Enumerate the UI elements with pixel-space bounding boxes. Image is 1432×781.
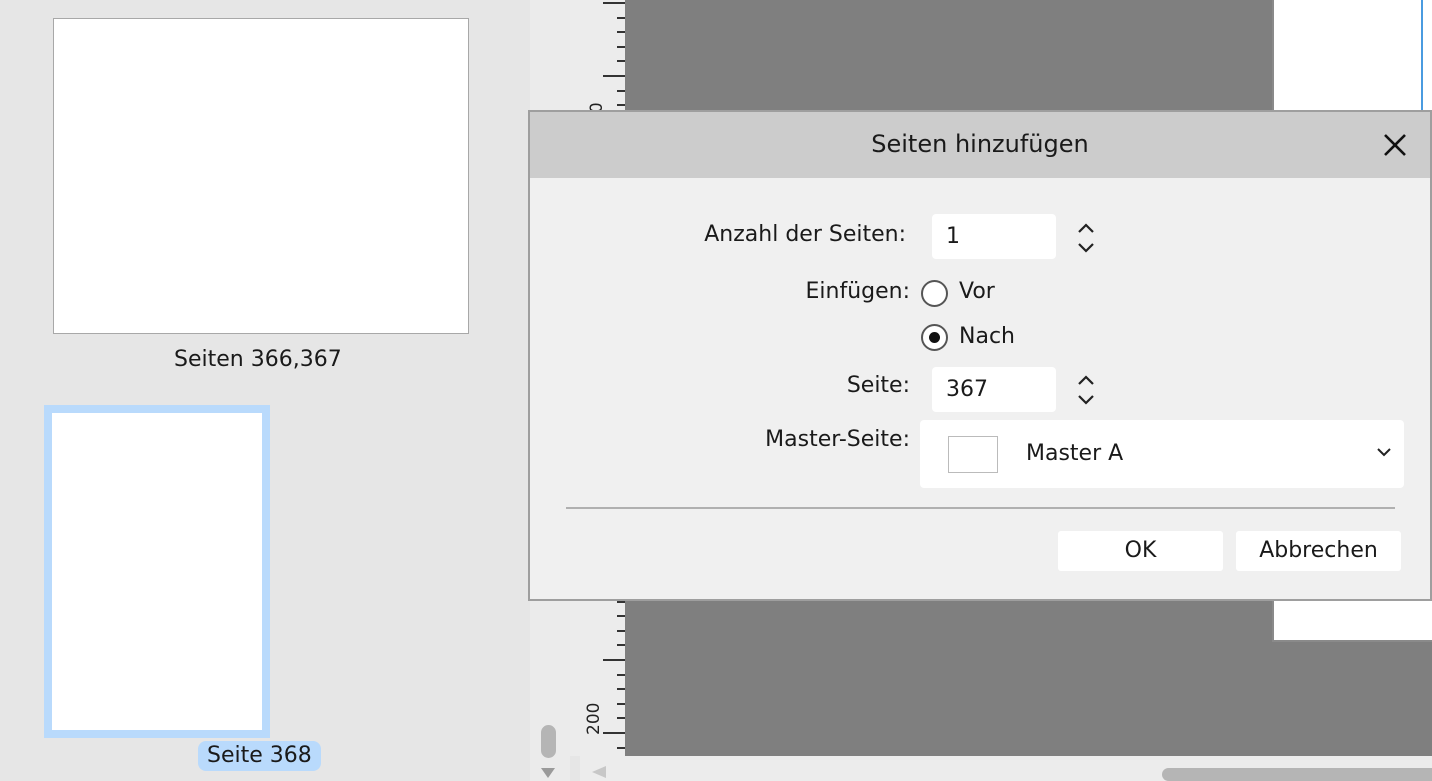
ruler-number: 200 — [584, 702, 604, 735]
ruler-tick — [617, 601, 625, 603]
page-number-label: Seite: — [846, 373, 910, 398]
ruler-tick — [617, 31, 625, 33]
insert-after-radio[interactable] — [921, 324, 948, 351]
insert-after-label[interactable]: Nach — [959, 324, 1015, 349]
page-label: Seite 368 — [198, 741, 321, 771]
insert-before-radio[interactable] — [921, 280, 948, 307]
ruler-tick — [617, 104, 625, 106]
ruler-tick — [617, 747, 625, 749]
ok-button[interactable]: OK — [1058, 531, 1223, 571]
page-count-input[interactable]: 1 — [932, 214, 1056, 259]
ruler-tick — [603, 2, 625, 4]
dialog-title: Seiten hinzufügen — [871, 130, 1089, 158]
ruler-tick — [617, 703, 625, 705]
scroll-left-arrow-icon[interactable] — [592, 766, 606, 778]
ruler-tick — [617, 17, 625, 19]
horizontal-scrollbar-thumb[interactable] — [1162, 768, 1432, 781]
page-number-stepper-icon[interactable] — [1075, 372, 1097, 408]
ruler-tick — [603, 75, 625, 77]
add-pages-dialog: Seiten hinzufügen Anzahl der Seiten: 1 E… — [528, 110, 1432, 601]
close-icon — [1384, 134, 1406, 156]
master-page-thumbnail — [948, 436, 998, 473]
master-page-label: Master-Seite: — [765, 427, 910, 452]
chevron-down-icon — [1377, 448, 1391, 457]
page-guide-line — [1421, 0, 1423, 112]
ruler-tick — [617, 644, 625, 646]
dialog-divider — [566, 507, 1395, 509]
ruler-tick — [617, 630, 625, 632]
cancel-button[interactable]: Abbrechen — [1236, 531, 1401, 571]
master-page-value: Master A — [1026, 441, 1124, 466]
ruler-tick — [617, 90, 625, 92]
ruler-tick — [617, 615, 625, 617]
spread-thumbnail[interactable] — [53, 18, 469, 334]
close-button[interactable] — [1378, 128, 1412, 162]
spread-label: Seiten 366,367 — [174, 347, 342, 372]
ruler-tick — [617, 60, 625, 62]
page-number-input[interactable]: 367 — [932, 367, 1056, 412]
page-count-label: Anzahl der Seiten: — [704, 222, 906, 247]
master-page-select[interactable]: Master A — [920, 420, 1404, 488]
ruler-tick — [603, 659, 625, 661]
page-thumbnail-selected[interactable] — [44, 405, 270, 738]
vertical-scrollbar-thumb[interactable] — [541, 725, 556, 758]
insert-label: Einfügen: — [805, 279, 911, 304]
dialog-titlebar: Seiten hinzufügen — [530, 112, 1430, 178]
insert-before-label[interactable]: Vor — [959, 279, 995, 304]
ruler-tick — [617, 46, 625, 48]
ruler-tick — [617, 717, 625, 719]
ruler-tick — [617, 674, 625, 676]
ruler-tick — [603, 732, 625, 734]
scroll-down-arrow-icon[interactable] — [541, 768, 555, 778]
page-count-stepper-icon[interactable] — [1075, 220, 1097, 256]
pages-panel: Seiten 366,367 Seite 368 — [0, 0, 530, 781]
ruler-tick — [617, 688, 625, 690]
